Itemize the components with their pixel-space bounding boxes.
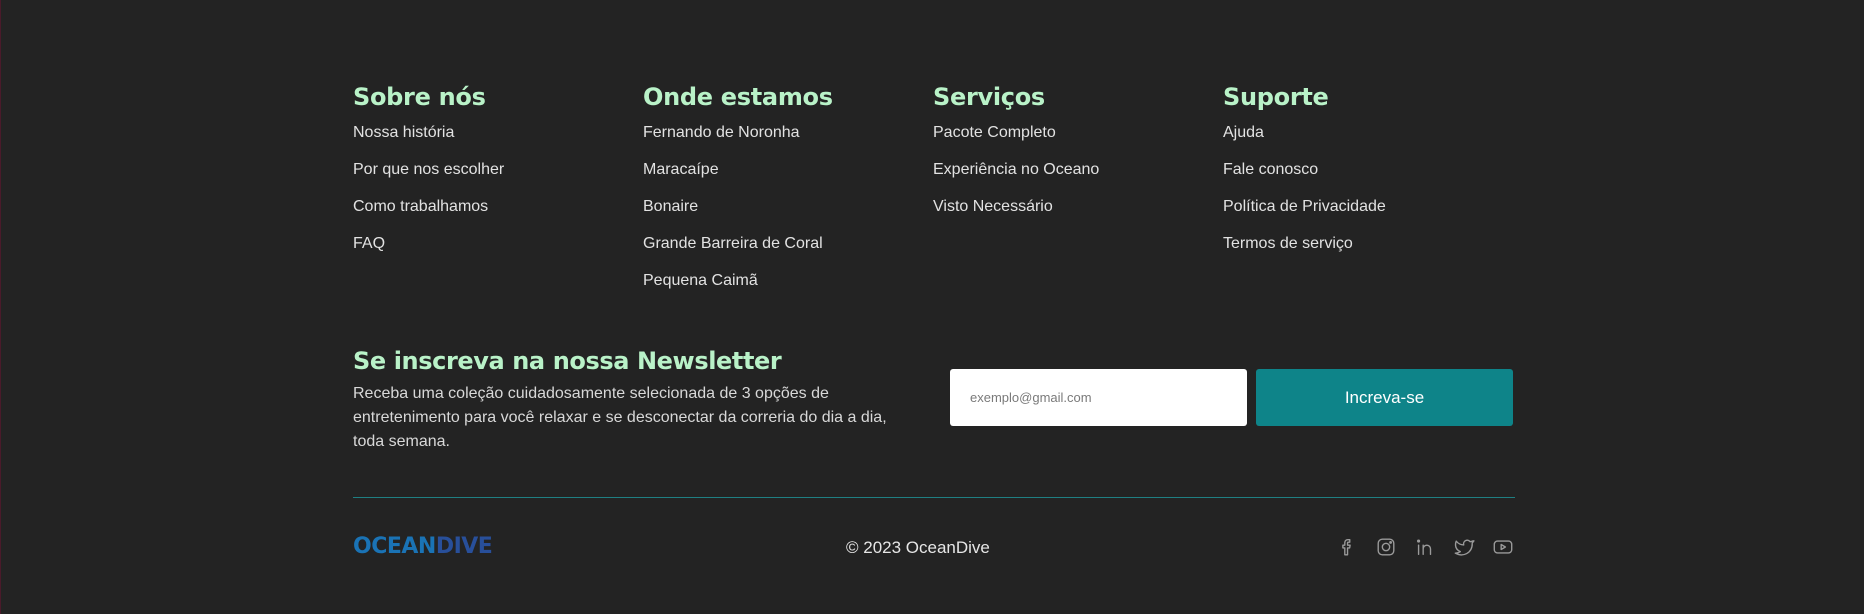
footer-link[interactable]: Pacote Completo — [933, 123, 1223, 143]
footer-divider — [353, 497, 1515, 498]
twitter-icon[interactable] — [1453, 536, 1475, 558]
logo[interactable]: OCEANDIVE — [353, 534, 493, 559]
footer-link[interactable]: Maracaípe — [643, 160, 933, 180]
youtube-icon[interactable] — [1492, 536, 1514, 558]
newsletter-section: Se inscreva na nossa Newsletter Receba u… — [353, 346, 913, 454]
facebook-icon[interactable] — [1336, 536, 1358, 558]
subscribe-button[interactable]: Increva-se — [1256, 369, 1513, 426]
logo-text-ocean: OCEAN — [353, 534, 436, 559]
footer-link[interactable]: Visto Necessário — [933, 197, 1223, 217]
footer-link[interactable]: Termos de serviço — [1223, 234, 1513, 254]
instagram-icon[interactable] — [1375, 536, 1397, 558]
page-edge — [0, 0, 1, 614]
column-suporte: Suporte Ajuda Fale conosco Política de P… — [1223, 82, 1513, 308]
footer-link[interactable]: Bonaire — [643, 197, 933, 217]
column-title: Sobre nós — [353, 83, 486, 111]
newsletter-description: Receba uma coleção cuidadosamente seleci… — [353, 385, 887, 450]
column-servicos: Serviços Pacote Completo Experiência no … — [933, 82, 1223, 308]
column-onde-estamos: Onde estamos Fernando de Noronha Maracaí… — [643, 82, 933, 308]
footer-link[interactable]: Experiência no Oceano — [933, 160, 1223, 180]
footer-link[interactable]: Ajuda — [1223, 123, 1513, 143]
logo-text-dive: DIVE — [435, 534, 493, 559]
column-title: Serviços — [933, 83, 1045, 111]
footer-link[interactable]: Grande Barreira de Coral — [643, 234, 933, 254]
linkedin-icon[interactable] — [1414, 536, 1436, 558]
column-sobre-nos: Sobre nós Nossa história Por que nos esc… — [353, 82, 643, 308]
footer-link[interactable]: Política de Privacidade — [1223, 197, 1513, 217]
email-field[interactable] — [950, 369, 1247, 426]
newsletter-title: Se inscreva na nossa Newsletter — [353, 347, 782, 375]
footer-link[interactable]: Como trabalhamos — [353, 197, 643, 217]
social-links — [1336, 536, 1514, 558]
footer-link[interactable]: Pequena Caimã — [643, 271, 933, 291]
footer-link[interactable]: Fale conosco — [1223, 160, 1513, 180]
footer-link[interactable]: FAQ — [353, 234, 643, 254]
column-title: Onde estamos — [643, 83, 833, 111]
footer-link[interactable]: Por que nos escolher — [353, 160, 643, 180]
column-title: Suporte — [1223, 83, 1329, 111]
footer-link[interactable]: Fernando de Noronha — [643, 123, 933, 143]
footer-columns: Sobre nós Nossa história Por que nos esc… — [353, 82, 1515, 308]
footer-link[interactable]: Nossa história — [353, 123, 643, 143]
footer: Sobre nós Nossa história Por que nos esc… — [353, 0, 1515, 614]
copyright-text: © 2023 OceanDive — [846, 538, 990, 557]
